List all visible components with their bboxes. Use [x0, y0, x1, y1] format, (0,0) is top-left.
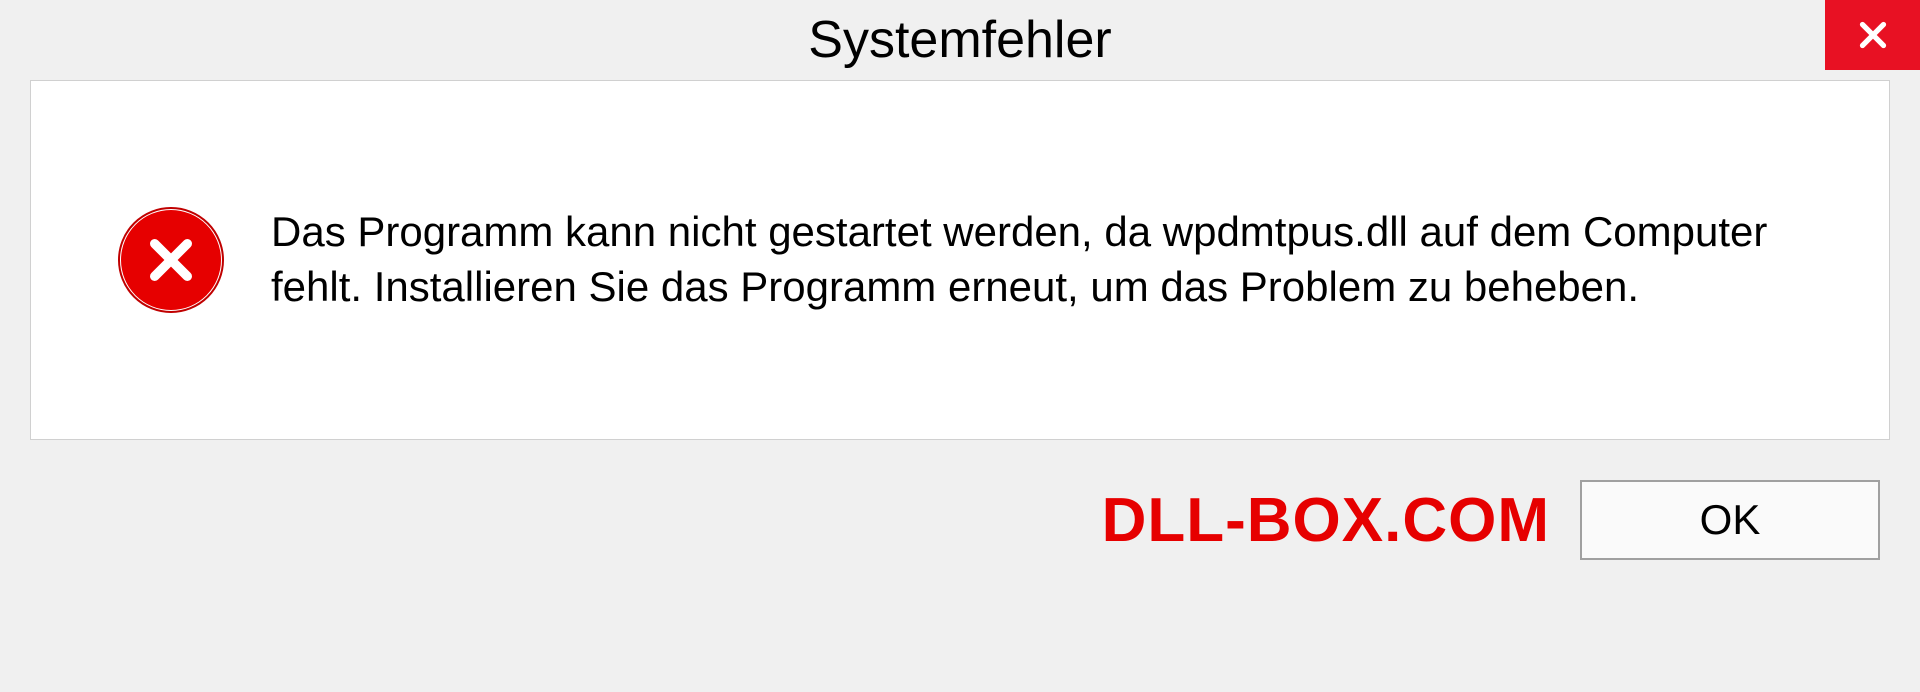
titlebar: Systemfehler: [0, 0, 1920, 80]
dialog-footer: DLL-BOX.COM OK: [0, 440, 1920, 590]
ok-button[interactable]: OK: [1580, 480, 1880, 560]
dialog-title: Systemfehler: [808, 10, 1111, 70]
error-dialog: Systemfehler Das Programm kann nicht ges…: [0, 0, 1920, 692]
error-message: Das Programm kann nicht gestartet werden…: [271, 205, 1849, 314]
error-icon: [121, 210, 221, 310]
close-button[interactable]: [1825, 0, 1920, 70]
close-icon: [1855, 17, 1891, 53]
content-area: Das Programm kann nicht gestartet werden…: [30, 80, 1890, 440]
watermark-text: DLL-BOX.COM: [1102, 485, 1550, 556]
